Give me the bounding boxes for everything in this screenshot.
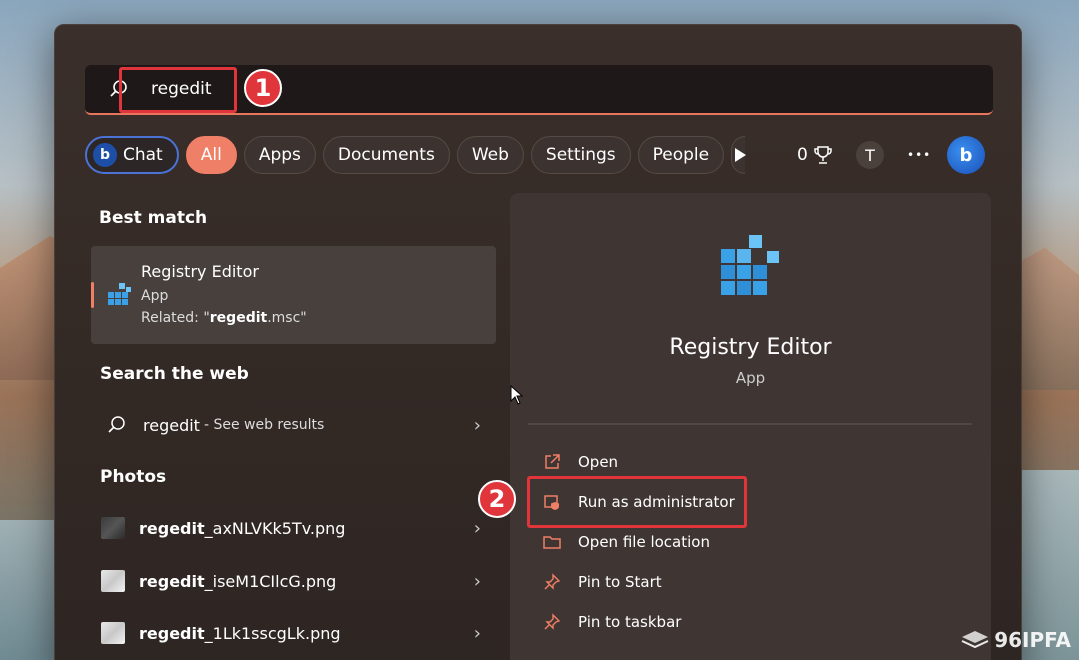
step-callout-1: 1 [244, 69, 282, 107]
tab-web[interactable]: Web [456, 136, 524, 174]
best-match-result[interactable]: Registry Editor App Related: "regedit.ms… [91, 246, 496, 344]
pin-to-taskbar-action[interactable]: Pin to taskbar [542, 607, 681, 637]
related-suffix: .msc" [267, 310, 307, 326]
photo-thumbnail [101, 570, 125, 592]
bing-icon: b [947, 136, 985, 174]
photo-name-rest: _axNLVKk5Tv.png [204, 518, 346, 538]
rewards-points[interactable]: 0 [797, 135, 834, 175]
watermark-text: 96IPFA [994, 628, 1071, 652]
open-file-location-action[interactable]: Open file location [542, 527, 710, 557]
result-title: Registry Editor [141, 262, 259, 281]
chat-button[interactable]: b Chat [85, 136, 179, 174]
folder-icon [542, 532, 562, 552]
photo-result[interactable]: regedit _1Lk1sscgLk.png › [101, 615, 481, 651]
open-action[interactable]: Open [542, 447, 618, 477]
photo-thumbnail [101, 622, 125, 644]
chevron-right-icon: › [473, 570, 481, 592]
selection-indicator [91, 282, 94, 308]
mouse-cursor-icon [510, 385, 524, 405]
search-icon [108, 416, 125, 433]
app-type: App [735, 369, 766, 387]
divider [528, 423, 972, 425]
bing-chat-icon: b [93, 143, 117, 167]
action-label: Open file location [578, 533, 710, 551]
web-search-result[interactable]: regedit - See web results › [101, 407, 481, 443]
photo-thumbnail [101, 517, 125, 539]
tab-documents[interactable]: Documents [322, 136, 450, 174]
details-pane: Registry Editor App Open Run as administ… [510, 193, 991, 660]
filter-bar: b Chat All Apps Documents Web Settings P… [85, 135, 746, 175]
chevron-right-icon: › [473, 622, 481, 644]
action-label: Pin to taskbar [578, 613, 682, 631]
background-lake [0, 520, 60, 660]
photo-result[interactable]: regedit _iseM1CIlcG.png › [101, 563, 481, 599]
photo-name-rest: _iseM1CIlcG.png [204, 571, 337, 591]
pin-icon [542, 572, 562, 592]
related-bold: regedit [209, 310, 268, 326]
action-label: Open [578, 453, 619, 471]
action-label: Pin to Start [578, 573, 662, 591]
photo-name-bold: regedit [139, 571, 205, 591]
photos-heading: Photos [100, 467, 167, 487]
ellipsis-icon: ••• [907, 148, 932, 162]
watermark-logo: 96IPFA [960, 628, 1071, 652]
more-filters-button[interactable] [733, 135, 747, 175]
tab-all[interactable]: All [185, 136, 237, 174]
photo-name-bold: regedit [139, 623, 205, 643]
web-query: regedit [143, 415, 200, 435]
start-search-panel: regedit 1 b Chat All Apps Documents Web … [54, 24, 1022, 660]
layers-icon [961, 631, 989, 649]
step-callout-2: 2 [478, 480, 516, 518]
chat-label: Chat [123, 145, 163, 165]
result-related: Related: "regedit.msc" [141, 310, 307, 326]
tab-people[interactable]: People [637, 136, 725, 174]
highlight-run-as-admin [527, 476, 747, 528]
related-prefix: Related: " [141, 310, 210, 326]
photo-name-bold: regedit [139, 518, 205, 538]
pin-icon [542, 612, 562, 632]
pin-to-start-action[interactable]: Pin to Start [542, 567, 662, 597]
chevron-right-icon: › [473, 414, 481, 436]
avatar: T [856, 141, 884, 169]
photo-result[interactable]: regedit _axNLVKk5Tv.png › [101, 510, 481, 546]
chevron-right-icon: › [473, 517, 481, 539]
best-match-heading: Best match [99, 208, 208, 228]
bing-button[interactable]: b [947, 135, 985, 175]
account-button[interactable]: T [856, 135, 884, 175]
registry-editor-icon [721, 235, 779, 295]
result-type: App [141, 288, 169, 304]
registry-editor-icon [108, 283, 131, 305]
rewards-count: 0 [797, 145, 808, 165]
trophy-icon [814, 146, 832, 164]
photo-name-rest: _1Lk1sscgLk.png [204, 623, 341, 643]
open-external-icon [542, 452, 562, 472]
app-title: Registry Editor [669, 335, 832, 360]
tab-apps[interactable]: Apps [243, 136, 316, 174]
highlight-search-query [119, 67, 237, 113]
web-suffix: - See web results [203, 417, 325, 433]
more-options-button[interactable]: ••• [907, 135, 931, 175]
play-icon [735, 148, 746, 162]
search-web-heading: Search the web [100, 364, 249, 384]
tab-settings[interactable]: Settings [530, 136, 631, 174]
